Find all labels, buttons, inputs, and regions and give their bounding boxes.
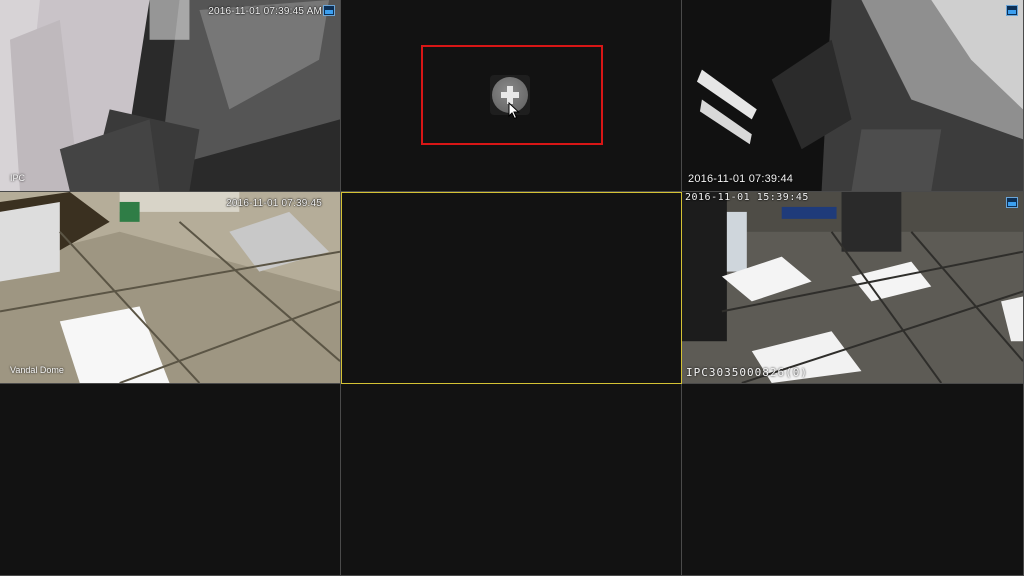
camera-feed-3 — [682, 0, 1023, 191]
timestamp-overlay: 2016-11-01 07:39:45 — [226, 198, 322, 209]
video-tile-6[interactable]: 2016-11-01 15:39:45 IPC3035000826(0) — [682, 192, 1024, 384]
recording-icon — [1006, 197, 1018, 208]
video-tile-5-selected[interactable] — [341, 192, 682, 384]
video-tile-3[interactable]: 2016-11-01 07:39:44 — [682, 0, 1024, 192]
video-tile-4[interactable]: 2016-11-01 07:39:45 Vandal Dome — [0, 192, 341, 384]
channel-name-overlay: IPC3035000826(0) — [686, 366, 808, 379]
recording-icon — [323, 5, 335, 16]
timestamp-overlay: 2016-11-01 07:39:45 AM — [208, 6, 322, 17]
video-tile-1[interactable]: 2016-11-01 07:39:45 AM IPC — [0, 0, 341, 192]
channel-name-overlay: Vandal Dome — [10, 365, 64, 375]
video-tile-8[interactable] — [341, 384, 682, 576]
video-tile-2[interactable] — [341, 0, 682, 192]
video-tile-7[interactable] — [0, 384, 341, 576]
channel-name-overlay: IPC — [10, 173, 26, 183]
mouse-pointer-icon — [508, 102, 520, 120]
timestamp-overlay: 2016-11-01 07:39:44 — [688, 173, 794, 185]
camera-feed-6 — [682, 192, 1023, 383]
camera-feed-4 — [0, 192, 340, 383]
video-wall-grid: 2016-11-01 07:39:45 AM IPC 2016-11-01 07… — [0, 0, 1024, 576]
camera-feed-1 — [0, 0, 340, 191]
timestamp-overlay: 2016-11-01 15:39:45 — [685, 192, 809, 203]
recording-icon — [1006, 5, 1018, 16]
video-tile-9[interactable] — [682, 384, 1024, 576]
